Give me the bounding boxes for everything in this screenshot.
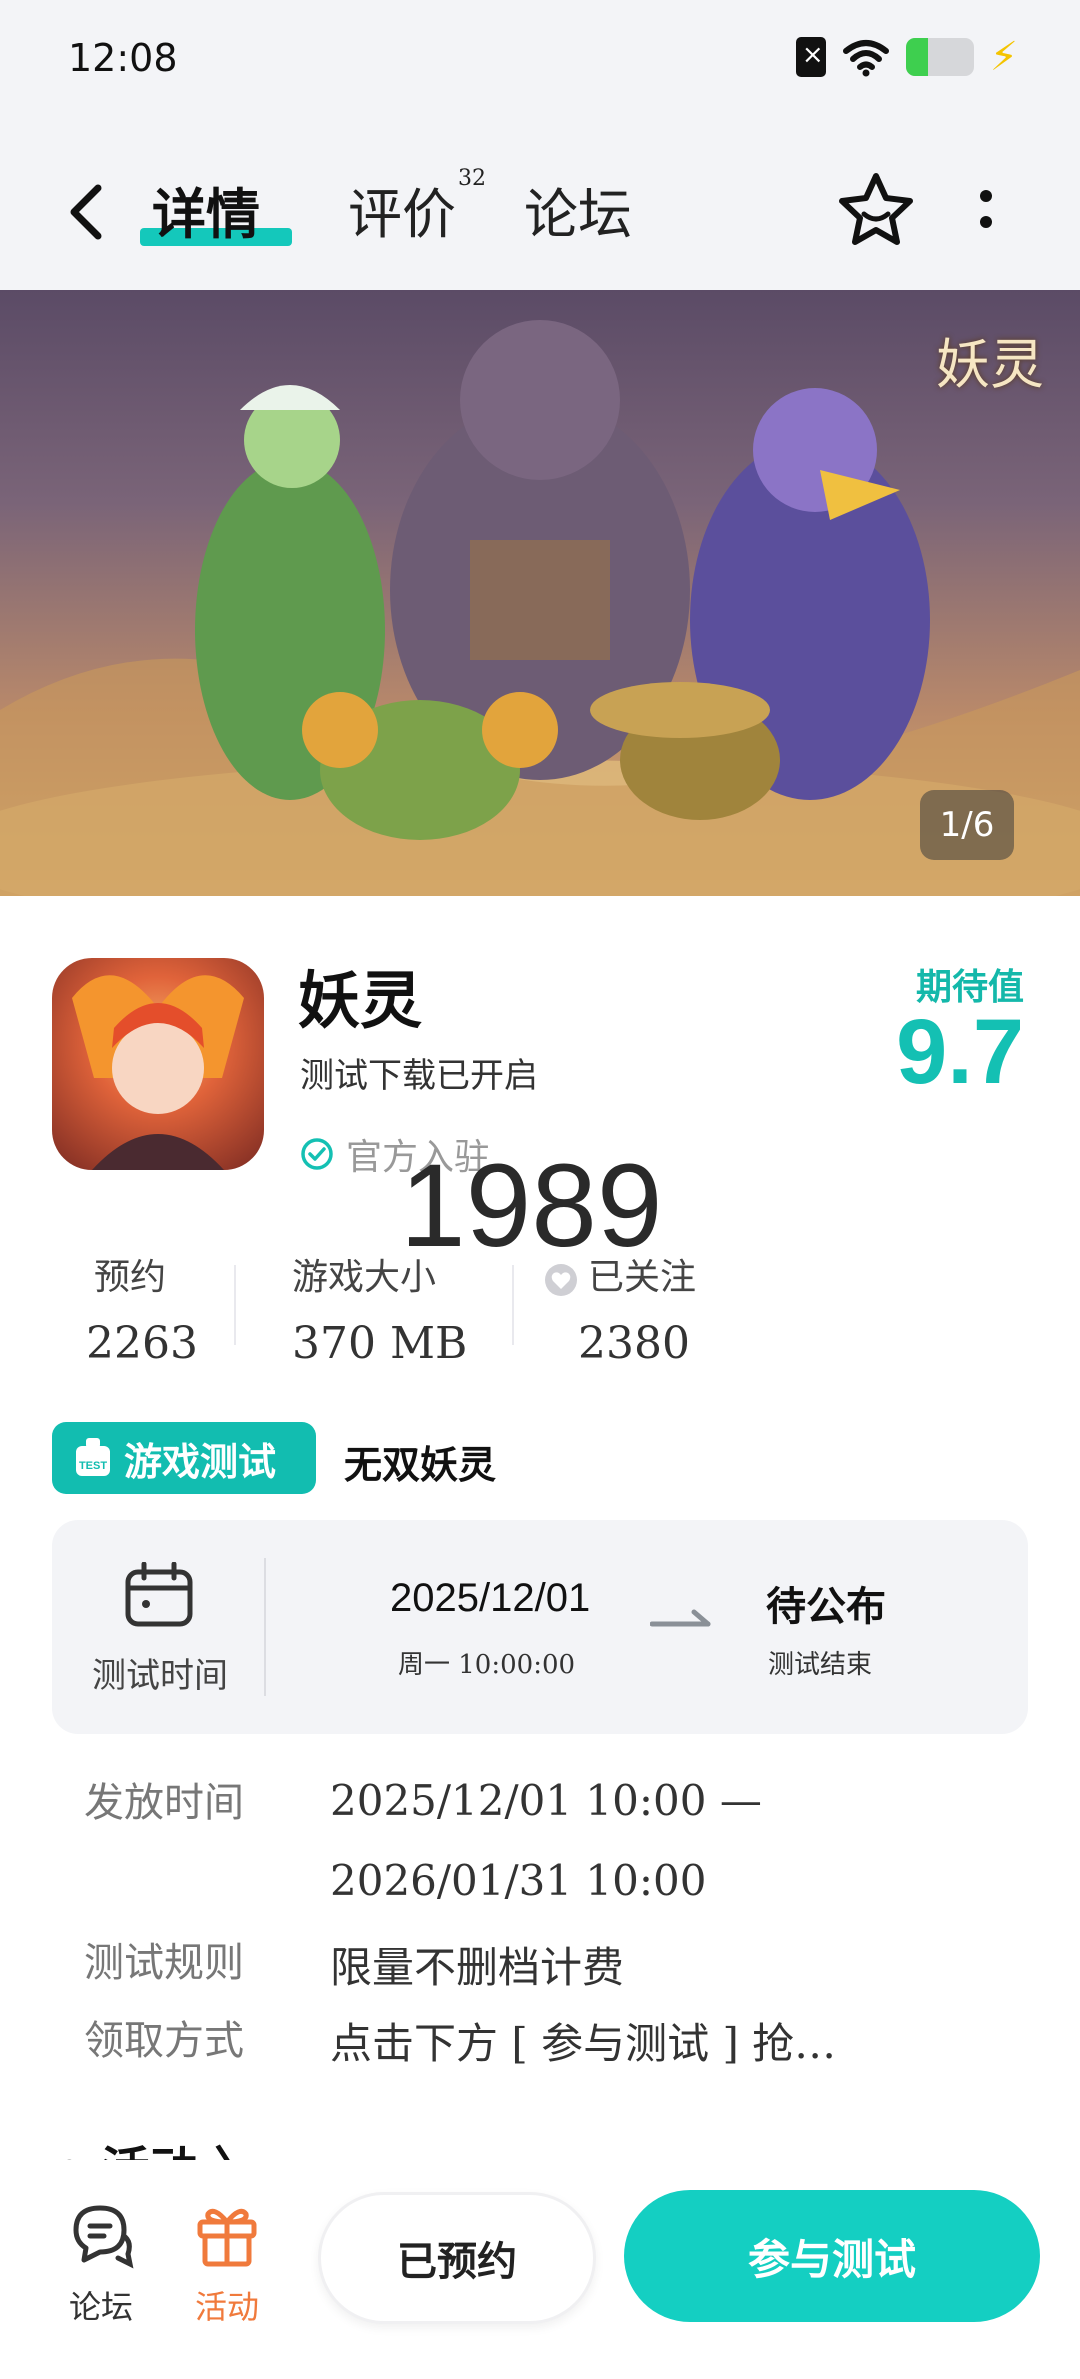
status-time: 12:08: [68, 36, 178, 80]
card-divider: [264, 1558, 266, 1696]
banner-artwork: [0, 320, 1080, 896]
test-end-status: 待公布: [766, 1583, 886, 1630]
tab-review-label: 评价: [348, 183, 456, 246]
back-icon[interactable]: [64, 182, 108, 242]
calendar-icon: [125, 1562, 193, 1627]
bottom-nav-activity[interactable]: 活动: [172, 2200, 282, 2328]
stat-follow-value: 2380: [578, 1318, 690, 1369]
test-icon: TEST: [76, 1438, 110, 1476]
review-count-badge: 32: [458, 166, 486, 191]
game-test-tag: TEST 游戏测试: [52, 1422, 316, 1494]
bottom-action-bar: 论坛 活动 已预约 参与测试: [0, 2160, 1080, 2379]
status-icons: ⚡: [795, 34, 1018, 80]
test-start-date: 2025/12/01: [390, 1576, 591, 1620]
claim-method-value[interactable]: 点击下方 [ 参与测试 ] 抢…: [330, 2010, 836, 2071]
app-icon: [52, 958, 264, 1170]
heart-icon: [545, 1264, 577, 1296]
banner-carousel[interactable]: 妖灵 1/6: [0, 290, 1080, 896]
stat-divider: [512, 1265, 514, 1345]
status-bar: 12:08 ⚡: [0, 0, 1080, 120]
bottom-nav-forum-label: 论坛: [68, 2288, 133, 2326]
stat-size-value: 370 MB: [292, 1318, 468, 1369]
top-nav: 详情 评价 32 论坛: [0, 120, 1080, 290]
tab-detail[interactable]: 详情: [152, 170, 260, 249]
release-time-start: 2025/12/01 10:00 —: [330, 1776, 762, 1825]
battery-fill: [905, 38, 928, 76]
stat-reservations-value: 2263: [86, 1318, 198, 1369]
stat-divider: [234, 1265, 236, 1345]
tab-review[interactable]: 评价 32: [348, 166, 486, 249]
release-time-label: 发放时间: [84, 1780, 244, 1826]
gift-icon: [197, 2208, 257, 2267]
wifi-icon: [842, 40, 889, 77]
svg-text:TEST: TEST: [79, 1460, 107, 1472]
verified-check-icon: [301, 1138, 333, 1170]
test-end-label: 测试结束: [768, 1650, 873, 1680]
banner-logo: 妖灵: [936, 333, 1044, 396]
claim-method-label: 领取方式: [84, 2018, 244, 2064]
sim-off-icon: [795, 37, 826, 77]
stat-size-label: 游戏大小: [292, 1257, 437, 1298]
stat-follow[interactable]: 已关注: [544, 1248, 696, 1300]
app-name: 妖灵: [298, 964, 423, 1037]
banner-page-counter: 1/6: [920, 790, 1014, 860]
join-test-button[interactable]: 参与测试: [624, 2190, 1040, 2322]
test-time-card: 测试时间 2025/12/01 周一 10:00:00 待公布 测试结束: [52, 1520, 1028, 1734]
star-icon[interactable]: [836, 170, 916, 250]
test-rule-label: 测试规则: [84, 1940, 244, 1986]
charging-icon: ⚡: [989, 34, 1018, 80]
bottom-nav-forum[interactable]: 论坛: [46, 2200, 156, 2328]
test-time-label: 测试时间: [92, 1656, 228, 1696]
tab-forum[interactable]: 论坛: [524, 170, 632, 249]
forum-icon: [73, 2205, 134, 2269]
release-time-end: 2026/01/31 10:00: [330, 1856, 707, 1905]
more-icon[interactable]: [978, 190, 994, 236]
expect-score: 9.7: [896, 1001, 1024, 1103]
battery-icon: [905, 38, 974, 76]
arrow-right-icon: [650, 1609, 711, 1627]
reserved-button[interactable]: 已预约: [318, 2192, 596, 2324]
app-subtitle: 测试下载已开启: [300, 1056, 538, 1096]
test-name: 无双妖灵: [344, 1442, 497, 1487]
stat-reservations-label: 预约: [94, 1257, 167, 1298]
game-test-tag-label: 游戏测试: [124, 1438, 277, 1484]
stat-follow-label: 已关注: [588, 1257, 697, 1298]
tab-detail-label: 详情: [152, 182, 260, 246]
bottom-nav-activity-label: 活动: [194, 2288, 259, 2326]
test-start-time: 周一 10:00:00: [398, 1650, 576, 1680]
tab-forum-label: 论坛: [524, 183, 632, 246]
test-rule-value: 限量不删档计费: [330, 1943, 625, 1992]
